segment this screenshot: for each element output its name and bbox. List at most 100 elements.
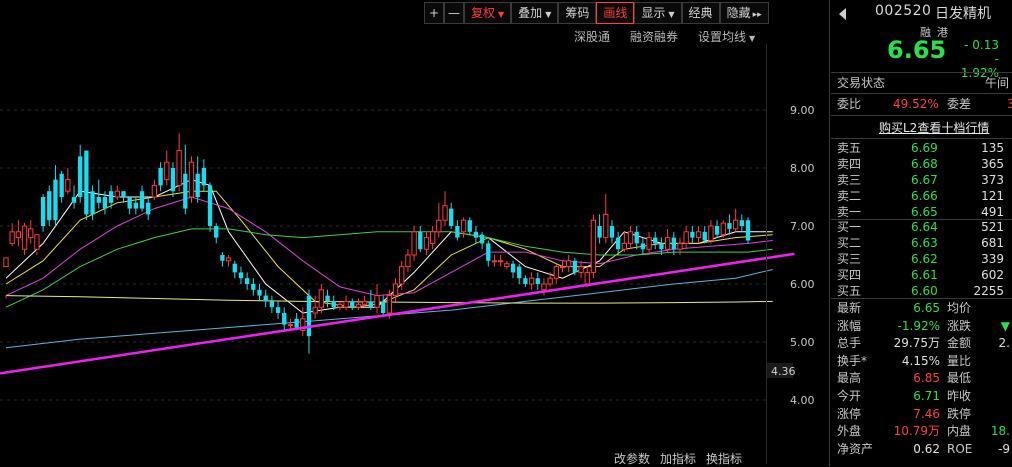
stat-label: 昨收: [947, 389, 972, 403]
candle-body-up: [287, 324, 294, 327]
candle-body-down: [201, 168, 207, 186]
y-tick-label: 8.00: [790, 162, 815, 175]
status-value: 午间: [985, 76, 1010, 90]
candle-body-down: [127, 197, 132, 209]
order-book-row[interactable]: 买四 6.61 602: [835, 267, 1012, 284]
candle-body-down: [102, 197, 108, 209]
candle-body-down: [745, 220, 751, 241]
panel-separator: [829, 0, 830, 466]
candle-body-up: [695, 231, 702, 239]
candle-body-down: [702, 231, 707, 241]
candle-body-down: [251, 284, 256, 290]
candle-body-up: [9, 231, 15, 244]
candle-body-down: [183, 173, 188, 209]
candle-body-down: [671, 237, 676, 250]
candle-body-up: [374, 295, 380, 308]
stat-row: 涨停 7.46 跌停: [835, 406, 1012, 423]
candle-body-down: [214, 226, 219, 238]
order-book-row[interactable]: 卖四 6.68 365: [835, 156, 1012, 173]
candle-body-down: [220, 255, 225, 261]
stat-value: 6.71: [913, 389, 940, 403]
candle-body-up: [590, 219, 597, 273]
candle-body-up: [460, 219, 467, 233]
price-change: - 0.13 - 1.92%: [955, 38, 999, 80]
candle-body-up: [442, 205, 448, 221]
order-book-row[interactable]: 买一 6.64 521: [835, 219, 1012, 236]
candle-body-up: [504, 263, 510, 268]
stat-value: 0.62: [913, 441, 940, 456]
stat-label: 总手: [837, 336, 862, 351]
candle-body-down: [158, 168, 163, 186]
stat-label: 换手*: [837, 353, 868, 368]
weibi-value: 49.52%: [893, 97, 939, 111]
trend-line-layer: [0, 252, 795, 375]
candle-body-down: [121, 191, 126, 197]
candle-body-up: [732, 219, 739, 230]
weicha-value: 3: [1007, 97, 1012, 111]
stat-value: 2.: [998, 336, 1010, 351]
stat-label: 量比: [947, 353, 972, 368]
huanzhibiao-button[interactable]: 换指标: [706, 450, 742, 467]
candle-body-down: [634, 231, 639, 244]
level-volume: 365: [981, 157, 1004, 171]
candle-body-up: [34, 234, 40, 250]
candle-body-up: [720, 222, 726, 236]
stat-label: 今开: [837, 389, 862, 403]
arrow-left-icon[interactable]: [839, 8, 846, 20]
candle-body-down: [47, 191, 52, 221]
level-price: 6.64: [911, 220, 938, 234]
level-volume: 521: [981, 220, 1004, 234]
price-marker-label: 4.36: [771, 365, 796, 378]
candle-body-down: [449, 208, 454, 226]
order-book-row[interactable]: 卖五 6.69 135: [835, 140, 1012, 157]
candle-body-up: [28, 228, 34, 239]
stat-value: -9: [998, 441, 1010, 456]
candle-body-up: [664, 237, 671, 250]
level-label: 卖二: [837, 189, 862, 203]
stat-row: 换手* 4.15% 量比: [835, 353, 1012, 370]
order-book-row[interactable]: 卖三 6.67 373: [835, 172, 1012, 189]
stat-value: 10.79万: [893, 424, 940, 439]
stat-label: 最新: [837, 301, 862, 315]
candle-body-down: [473, 231, 479, 238]
level-label: 卖三: [837, 173, 862, 187]
candle-body-down: [40, 197, 46, 226]
stat-label: 最高: [837, 371, 862, 386]
kline-chart[interactable]: 9.00 8.00 7.00 6.00 5.00 4.00 4.36: [0, 0, 830, 466]
candle-body-up: [621, 242, 627, 250]
candle-body-up: [566, 260, 572, 268]
candle-body-up: [355, 303, 362, 308]
order-book-row[interactable]: 卖二 6.66 121: [835, 188, 1012, 205]
candle-body-down: [275, 307, 281, 313]
candle-body-down: [146, 202, 151, 215]
level-volume: 121: [981, 189, 1004, 203]
order-book-row[interactable]: 买三 6.62 339: [835, 251, 1012, 268]
gaicanshu-button[interactable]: 改参数: [614, 450, 650, 467]
stat-value: 4.15%: [901, 353, 940, 368]
candle-body-up: [708, 225, 714, 241]
level-price: 6.66: [911, 189, 938, 203]
l2-quote-link[interactable]: 购买L2查看十档行情: [879, 119, 989, 136]
trade-status-row: 交易状态 午间: [835, 75, 1012, 92]
candle-body-down: [170, 168, 176, 192]
level-label: 买二: [837, 236, 862, 250]
candle-body-down: [510, 263, 516, 273]
candle-body-down: [238, 272, 244, 279]
candle-body-up: [114, 190, 120, 198]
divider: [831, 93, 1012, 94]
candle-body-up: [677, 242, 683, 250]
indicator-bottombar: 改参数 加指标 换指标: [614, 450, 742, 467]
stat-label: 净资产: [837, 441, 874, 456]
stat-value: 6.65: [913, 301, 940, 315]
candle-body-down: [331, 301, 336, 308]
candle-body-up: [361, 300, 368, 305]
candle-body-up: [65, 179, 71, 192]
order-book-row[interactable]: 买二 6.63 681: [835, 235, 1012, 252]
weibi-label: 委比: [837, 97, 862, 111]
level-label: 卖五: [837, 141, 862, 155]
stat-value: -1.92%: [897, 318, 940, 333]
weicha-label: 委差: [947, 97, 972, 111]
jiazhibiao-button[interactable]: 加指标: [660, 450, 696, 467]
candle-body-down: [690, 231, 695, 238]
stat-value: 29.75万: [893, 336, 940, 351]
